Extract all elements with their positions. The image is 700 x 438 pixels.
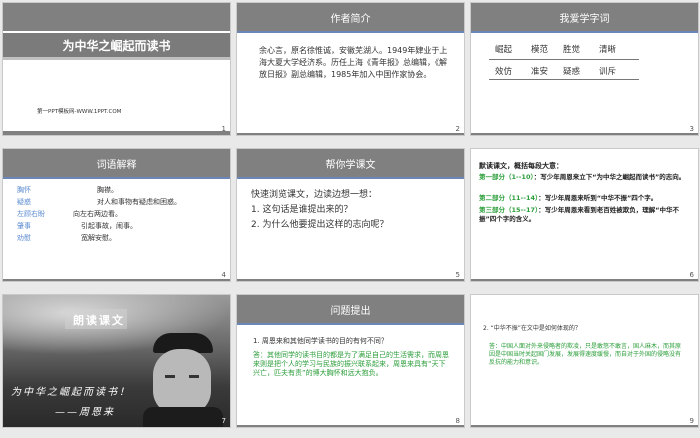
answer-text: 答：其他同学的读书目的都是为了满足自己的生活需求，而周恩来则是把个人的学习与民族… xyxy=(253,351,449,377)
slide-title: 帮你学课文 xyxy=(325,160,376,171)
header-accent-line xyxy=(237,31,464,33)
vocab-word: 胜觉 xyxy=(563,45,581,55)
slide-number: 3 xyxy=(689,125,694,133)
definition-row: 劝慰 xyxy=(17,233,31,243)
definition-row: 胸怀 xyxy=(17,185,31,195)
vocab-word: 模范 xyxy=(531,45,549,55)
slide-title: 词语解释 xyxy=(96,160,137,171)
question-text: 2. “中华不振”在文中是如何体现的？ xyxy=(483,325,581,332)
slide-footer-bar xyxy=(471,133,698,135)
slide-number: 7 xyxy=(221,417,226,425)
slide-thumbnail-1[interactable]: 为中华之崛起而读书 第一PPT模板网-WWW.1PPT.COM 1 xyxy=(3,3,230,135)
question-2: 2. 为什么他要提出这样的志向呢？ xyxy=(251,220,389,230)
slide-number: 4 xyxy=(221,271,226,279)
vocab-word: 效仿 xyxy=(495,67,513,77)
portrait-eye xyxy=(165,375,175,378)
answer-text: 答：中国人面对外来侵略者的欺凌，只是敢怒不敢言，国人麻木，而其原因是中国当时关起… xyxy=(489,343,682,366)
portrait-coat xyxy=(143,407,223,427)
slide-title: 作者简介 xyxy=(330,14,371,25)
slide-footer-bar xyxy=(237,133,464,135)
term: 左顾右盼 xyxy=(17,210,45,218)
slide-number: 1 xyxy=(221,125,226,133)
slide-header-bar xyxy=(3,3,230,31)
header-accent-line xyxy=(237,323,464,325)
slide-number: 9 xyxy=(689,417,694,425)
slide-header-bar: 我爱学字词 xyxy=(471,3,698,31)
slide-footer-bar xyxy=(237,279,464,281)
portrait-eye xyxy=(189,375,199,378)
paragraph-summary-3: 第三部分（15--17）：写少年周恩来看到老百姓被欺负，理解“中华不振”四个字的… xyxy=(479,206,680,223)
paragraph-summary-1: 第一部分（1--10）：写少年周恩来立下“为中华之崛起而读书”的志向。 xyxy=(479,173,686,181)
vocab-word: 清晰 xyxy=(599,45,617,55)
vocab-word: 崛起 xyxy=(495,45,513,55)
definition: 宽解安慰。 xyxy=(81,234,116,242)
read-aloud-tag: 朗读课文 xyxy=(65,309,127,329)
vocab-word: 训斥 xyxy=(599,67,617,77)
slide-footer-bar xyxy=(471,425,698,427)
slide-number: 2 xyxy=(455,125,460,133)
question-1: 1. 这句话是谁提出来的？ xyxy=(251,205,353,215)
definition: 向左右两边看。 xyxy=(73,210,122,218)
question-text: 1. 周恩来和其他同学读书的目的有何不同？ xyxy=(253,337,388,345)
slide-footer-bar xyxy=(237,425,464,427)
slide-header-bar: 作者简介 xyxy=(237,3,464,31)
slide-header-bar: 问题提出 xyxy=(237,295,464,323)
definition-row: 肇事 xyxy=(17,221,31,231)
slide-footer-bar xyxy=(3,131,230,135)
slide-number: 6 xyxy=(689,271,694,279)
underline xyxy=(489,59,639,60)
slide-thumbnail-2[interactable]: 作者简介 余心言，原名徐惟诚，安徽芜湖人。1949年肄业于上海大夏大学经济系。历… xyxy=(237,3,464,135)
slide-thumbnail-5[interactable]: 帮你学课文 快速浏览课文，边读边想一想： 1. 这句话是谁提出来的？ 2. 为什… xyxy=(237,149,464,281)
slide-header-bar: 词语解释 xyxy=(3,149,230,177)
title-banner: 为中华之崛起而读书 xyxy=(3,33,230,57)
term: 劝慰 xyxy=(17,234,31,242)
header-accent-line xyxy=(3,177,230,179)
definition: 引起事故，闹事。 xyxy=(81,222,137,230)
slide-thumbnail-9[interactable]: 2. “中华不振”在文中是如何体现的？ 答：中国人面对外来侵略者的欺凌，只是敢怒… xyxy=(471,295,698,427)
slide-number: 5 xyxy=(455,271,460,279)
term: 肇事 xyxy=(17,222,31,230)
footer-text: 第一PPT模板网-WWW.1PPT.COM xyxy=(37,109,122,115)
slide-thumbnail-4[interactable]: 词语解释 胸怀 胸襟。 疑惑 对人和事物有疑虑和困惑。 左顾右盼 向左右两边看。… xyxy=(3,149,230,281)
paragraph-summary-2: 第二部分（11--14）：写少年周恩来听到“中华不振”四个字。 xyxy=(479,194,658,202)
slide-thumbnail-3[interactable]: 我爱学字词 崛起 模范 胜觉 清晰 效仿 准安 疑惑 训斥 3 xyxy=(471,3,698,135)
portrait-face xyxy=(153,349,211,415)
slide-thumbnail-8[interactable]: 问题提出 1. 周恩来和其他同学读书的目的有何不同？ 答：其他同学的读书目的都是… xyxy=(237,295,464,427)
calligraphy-quote: 为中华之崛起而读书！ xyxy=(11,387,131,398)
underline xyxy=(489,79,639,80)
definition: 对人和事物有疑虑和困惑。 xyxy=(97,198,181,206)
slide-footer-bar xyxy=(471,279,698,281)
slide-header-bar: 帮你学课文 xyxy=(237,149,464,177)
vocab-word: 准安 xyxy=(531,67,549,77)
definition-row: 疑惑 xyxy=(17,197,31,207)
term: 疑惑 xyxy=(17,198,31,206)
slide-thumbnail-7[interactable]: 朗读课文 为中华之崛起而读书！ ——周恩来 7 xyxy=(3,295,230,427)
header-accent-line xyxy=(237,177,464,179)
term: 胸怀 xyxy=(17,186,31,194)
slide-title: 我爱学字词 xyxy=(559,14,610,25)
slide-title: 问题提出 xyxy=(330,306,371,317)
vocab-word: 疑惑 xyxy=(563,67,581,77)
title-banner-underline xyxy=(3,57,230,60)
definition-row: 左顾右盼 xyxy=(17,209,45,219)
header-accent-line xyxy=(471,31,698,33)
slide-footer-bar xyxy=(3,279,230,281)
slide-number: 8 xyxy=(455,417,460,425)
calligraphy-signature: ——周恩来 xyxy=(55,407,115,418)
instruction-text: 快速浏览课文，边读边想一想： xyxy=(251,190,378,200)
instruction-heading: 默读课文，概括每段大意： xyxy=(479,162,563,170)
author-bio-text: 余心言，原名徐惟诚，安徽芜湖人。1949年肄业于上海大夏大学经济系。历任上海《青… xyxy=(259,46,448,79)
slide-thumbnail-6[interactable]: 默读课文，概括每段大意： 第一部分（1--10）：写少年周恩来立下“为中华之崛起… xyxy=(471,149,698,281)
definition: 胸襟。 xyxy=(97,186,118,194)
slide-title: 为中华之崛起而读书 xyxy=(62,39,171,53)
